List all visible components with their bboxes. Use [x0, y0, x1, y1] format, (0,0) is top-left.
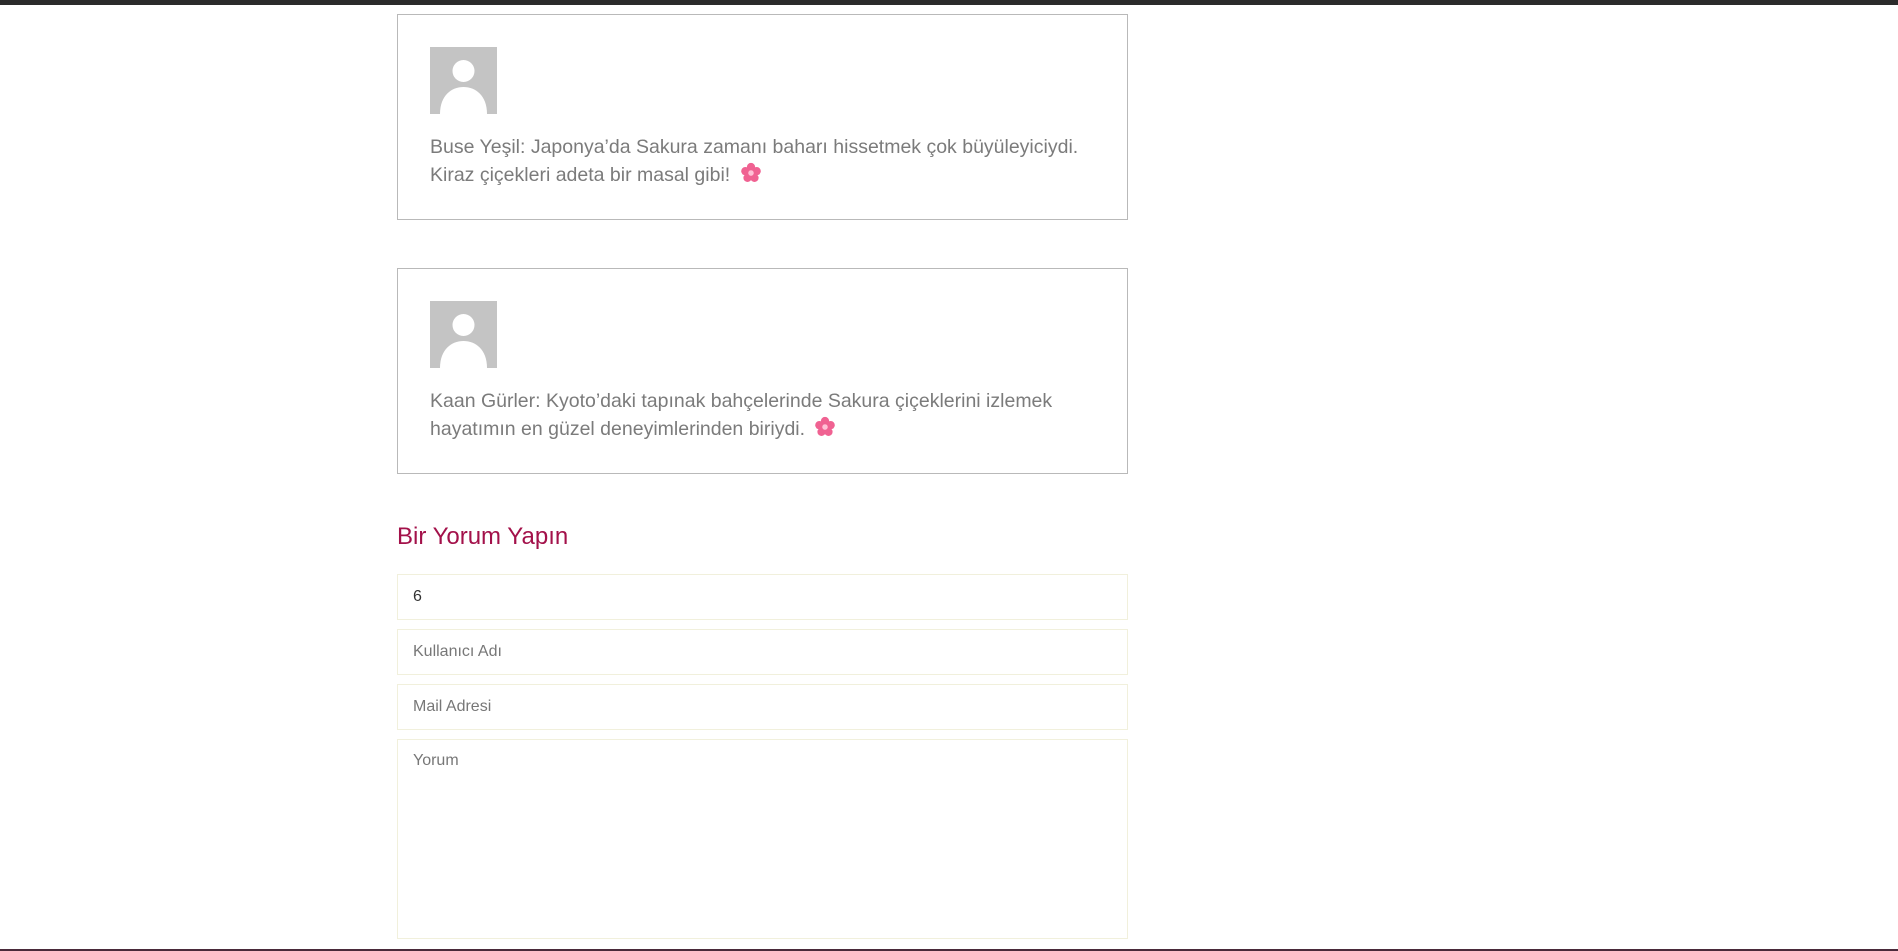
- cherry-blossom-icon: [740, 162, 761, 182]
- user-silhouette-icon: [430, 47, 497, 114]
- email-field[interactable]: [397, 684, 1128, 730]
- comment-card: Buse Yeşil: Japonya’da Sakura zamanı bah…: [397, 14, 1128, 220]
- user-silhouette-icon: [430, 301, 497, 368]
- comment-text: Kaan Gürler: Kyoto’daki tapınak bahçeler…: [430, 387, 1095, 443]
- cherry-blossom-icon: [815, 416, 836, 436]
- comments-section: Buse Yeşil: Japonya’da Sakura zamanı bah…: [397, 14, 1128, 948]
- comment-text: Buse Yeşil: Japonya’da Sakura zamanı bah…: [430, 133, 1095, 189]
- top-bar: [0, 0, 1898, 5]
- comment-form: [397, 574, 1128, 939]
- avatar: [430, 47, 497, 114]
- comment-form-title: Bir Yorum Yapın: [397, 523, 569, 550]
- comment-textarea[interactable]: [397, 739, 1128, 939]
- username-field[interactable]: [397, 629, 1128, 675]
- avatar: [430, 301, 497, 368]
- comment-body: Kaan Gürler: Kyoto’daki tapınak bahçeler…: [430, 390, 1053, 440]
- comment-card: Kaan Gürler: Kyoto’daki tapınak bahçeler…: [397, 268, 1128, 474]
- post-id-field[interactable]: [397, 574, 1128, 620]
